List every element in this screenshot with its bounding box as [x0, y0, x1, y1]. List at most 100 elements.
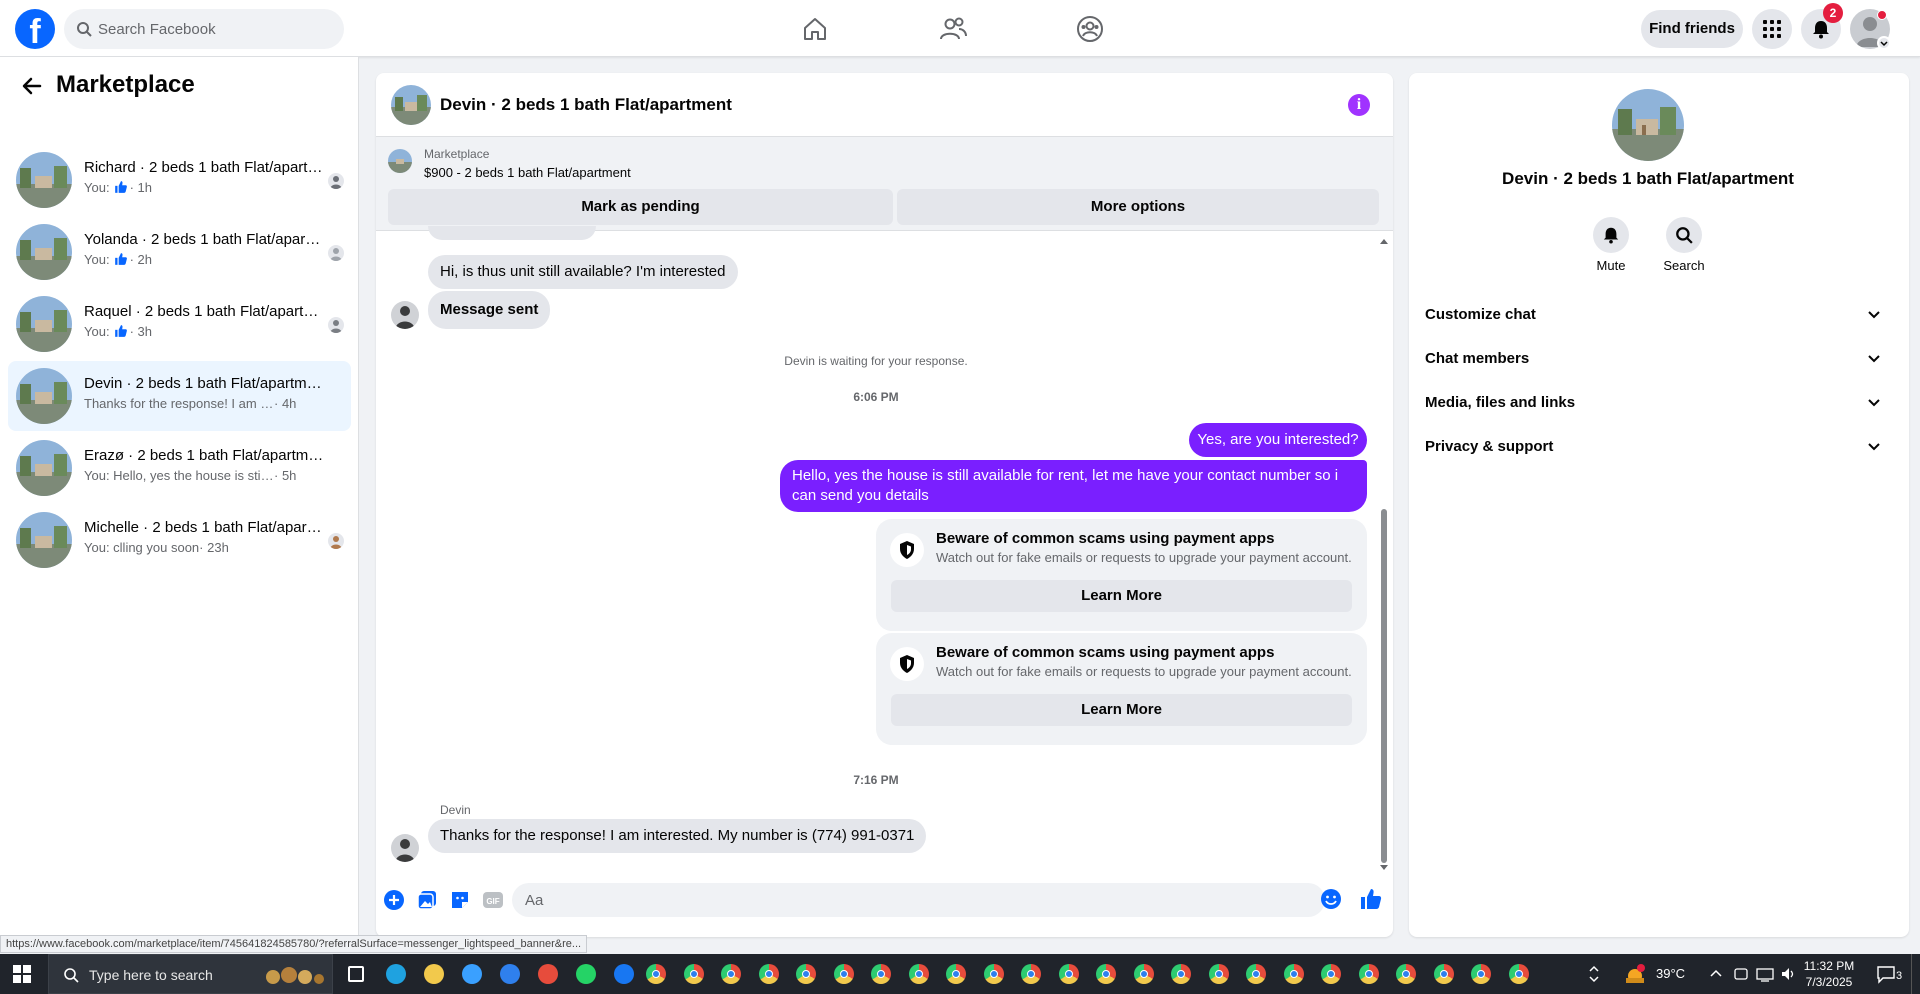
message-bubble-incoming[interactable]: Thanks for the response! I am interested…: [428, 819, 927, 853]
facebook-icon[interactable]: [614, 964, 634, 984]
network-icon[interactable]: [1756, 966, 1774, 982]
chrome-profile-icon[interactable]: [758, 964, 779, 984]
emoji-icon[interactable]: [1320, 888, 1342, 910]
back-arrow-icon[interactable]: [16, 70, 48, 102]
chrome-profile-icon[interactable]: [908, 964, 929, 984]
chrome-profile-icon[interactable]: [1508, 964, 1529, 984]
devin-avatar[interactable]: [391, 301, 419, 329]
chat-large-avatar[interactable]: [1612, 89, 1684, 161]
chrome-profile-icon[interactable]: [1021, 964, 1041, 984]
photo-icon[interactable]: [416, 889, 438, 911]
taskbar-search-box[interactable]: Type here to search: [48, 954, 333, 994]
devin-avatar[interactable]: [391, 834, 419, 862]
clock-time: 11:32 PM: [1803, 959, 1855, 973]
mute-action[interactable]: Mute: [1581, 217, 1641, 273]
chrome-profile-icon[interactable]: [1133, 964, 1154, 984]
message-bubble-incoming[interactable]: Message sent: [428, 291, 551, 329]
chrome-profile-icon[interactable]: [1433, 964, 1454, 984]
chrome-profile-icon[interactable]: [1283, 964, 1304, 984]
whatsapp-icon[interactable]: [576, 964, 596, 984]
chevron-up-icon[interactable]: [1710, 968, 1722, 978]
windows-taskbar: Type here to search 39°C 11:32 PM 7/3/20…: [0, 954, 1920, 994]
task-view-icon[interactable]: [348, 966, 364, 982]
menu-button[interactable]: [1752, 9, 1792, 49]
file-explorer-icon[interactable]: [424, 964, 444, 984]
weather-sun-icon[interactable]: [1624, 963, 1646, 985]
edge-icon[interactable]: [386, 964, 406, 984]
gif-icon[interactable]: GIF: [482, 889, 504, 911]
message-bubble-outgoing[interactable]: Yes, are you interested?: [1189, 423, 1367, 457]
listing-thumbnail[interactable]: [388, 149, 412, 173]
preview-prefix: You:: [84, 180, 110, 195]
chrome-profile-icon[interactable]: [1246, 964, 1266, 984]
chrome-profile-icon[interactable]: [1058, 964, 1079, 984]
groups-icon[interactable]: [1075, 14, 1105, 44]
chrome-profile-icon[interactable]: [796, 964, 816, 984]
chrome-profile-icon[interactable]: [1471, 964, 1491, 984]
info-icon[interactable]: i: [1348, 94, 1370, 116]
customize-chat-section[interactable]: Customize chat: [1425, 295, 1889, 335]
media-files-links-section[interactable]: Media, files and links: [1425, 383, 1889, 423]
conversation-item[interactable]: Devin · 2 beds 1 bath Flat/apartment Than…: [8, 361, 351, 431]
conversation-item[interactable]: Richard · 2 beds 1 bath Flat/apartment Yo…: [8, 145, 351, 215]
chat-title[interactable]: Devin · 2 beds 1 bath Flat/apartment: [440, 95, 732, 115]
message-bubble-outgoing[interactable]: Hello, yes the house is still available …: [780, 460, 1367, 512]
facebook-logo[interactable]: f: [15, 9, 55, 49]
message-bubble-incoming[interactable]: Hi, is thus unit still available? I'm in…: [428, 255, 738, 289]
notification-center-icon[interactable]: [1876, 964, 1896, 984]
onedrive-icon[interactable]: [1733, 966, 1749, 982]
thumbs-up-icon[interactable]: [1359, 887, 1383, 911]
windows-start-icon[interactable]: [13, 965, 31, 983]
scroll-down-arrow-icon[interactable]: [1380, 865, 1388, 870]
chat-members-section[interactable]: Chat members: [1425, 339, 1889, 379]
learn-more-button[interactable]: Learn More: [891, 580, 1352, 612]
chrome-profile-icon[interactable]: [1096, 964, 1116, 984]
sticker-icon[interactable]: [449, 889, 471, 911]
chrome-profile-icon[interactable]: [1208, 964, 1229, 984]
chrome-profile-icon[interactable]: [1321, 964, 1341, 984]
conversation-time: · 3h: [129, 324, 152, 339]
mark-as-pending-button[interactable]: Mark as pending: [388, 189, 893, 225]
mail-icon[interactable]: [500, 964, 520, 984]
account-chevron-icon[interactable]: [1877, 36, 1891, 50]
privacy-support-section[interactable]: Privacy & support: [1425, 427, 1889, 467]
learn-more-button[interactable]: Learn More: [891, 694, 1352, 726]
thumbs-up-icon: [114, 253, 127, 265]
conversation-item[interactable]: Yolanda · 2 beds 1 bath Flat/apartment Yo…: [8, 217, 351, 287]
friends-icon[interactable]: [938, 14, 968, 44]
listing-title[interactable]: $900 - 2 beds 1 bath Flat/apartment: [424, 165, 631, 180]
chrome-profile-icon[interactable]: [833, 964, 854, 984]
conversation-preview: Thanks for the response! I am interested…: [84, 396, 334, 411]
chat-avatar[interactable]: [391, 85, 431, 125]
temperature-text[interactable]: 39°C: [1656, 966, 1685, 981]
chrome-profile-icon[interactable]: [946, 964, 966, 984]
tray-expand-icon[interactable]: [1588, 964, 1600, 984]
chrome-profile-icon[interactable]: [721, 964, 741, 984]
store-icon[interactable]: [462, 964, 482, 984]
chrome-profile-icon[interactable]: [646, 964, 666, 984]
chrome-icon[interactable]: [538, 964, 558, 984]
message-input[interactable]: [512, 883, 1325, 917]
conversation-item[interactable]: Erazø · 2 beds 1 bath Flat/apartment You:…: [8, 433, 351, 503]
search-box[interactable]: [64, 9, 344, 49]
chrome-profile-icon[interactable]: [683, 964, 704, 984]
chrome-profile-icon[interactable]: [871, 964, 891, 984]
conversation-item[interactable]: Michelle · 2 beds 1 bath Flat/apartment Y…: [8, 505, 351, 575]
scroll-thumb[interactable]: [1381, 509, 1387, 863]
scroll-up-arrow-icon[interactable]: [1380, 239, 1388, 244]
chrome-profile-icon[interactable]: [1171, 964, 1191, 984]
taskbar-clock[interactable]: 11:32 PM 7/3/2025: [1794, 958, 1864, 990]
show-desktop-button[interactable]: [1911, 954, 1920, 994]
link-status-bar: https://www.facebook.com/marketplace/ite…: [0, 935, 588, 953]
find-friends-button[interactable]: Find friends: [1641, 10, 1743, 48]
home-icon[interactable]: [800, 14, 830, 44]
message-scrollbar[interactable]: [1378, 239, 1390, 873]
chrome-profile-icon[interactable]: [1396, 964, 1416, 984]
plus-icon[interactable]: [383, 889, 405, 911]
search-action[interactable]: Search: [1654, 217, 1714, 273]
more-options-button[interactable]: More options: [897, 189, 1379, 225]
chrome-profile-icon[interactable]: [1358, 964, 1379, 984]
chrome-profile-icon[interactable]: [983, 964, 1004, 984]
search-input[interactable]: [98, 9, 334, 49]
conversation-item[interactable]: Raquel · 2 beds 1 bath Flat/apartment You…: [8, 289, 351, 359]
